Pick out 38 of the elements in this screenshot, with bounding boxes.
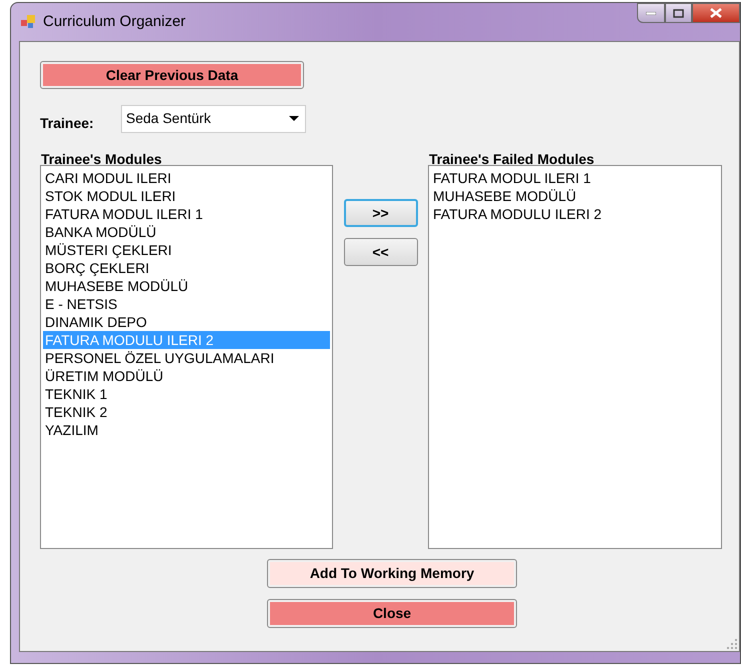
minimize-button[interactable] [637,3,665,23]
maximize-icon [673,8,684,18]
close-button[interactable]: Close [267,599,517,628]
module-item[interactable]: YAZILIM [43,421,330,439]
module-item[interactable]: BANKA MODÜLÜ [43,223,330,241]
maximize-button[interactable] [665,3,692,23]
close-window-button[interactable] [692,3,740,23]
add-to-working-memory-button[interactable]: Add To Working Memory [267,559,517,588]
modules-list[interactable] [40,165,333,549]
dropdown-arrow-icon [289,116,299,121]
trainee-label: Trainee: [40,114,95,133]
module-item[interactable]: STOK MODUL ILERI [43,187,330,205]
module-item[interactable]: PERSONEL ÖZEL UYGULAMALARI [43,349,330,367]
module-item[interactable]: FATURA MODUL ILERI 1 [431,169,719,187]
module-item[interactable]: BORÇ ÇEKLERI [43,259,330,277]
module-item[interactable]: MÜSTERI ÇEKLERI [43,241,330,259]
module-item[interactable]: E - NETSIS [43,295,330,313]
module-item[interactable]: MUHASEBE MODÜLÜ [431,187,719,205]
move-right-button[interactable]: >> [344,199,418,227]
failed-modules-heading: Trainee's Failed Modules [429,151,596,167]
move-left-button[interactable]: << [344,238,418,266]
close-icon [710,8,722,18]
resize-grip-icon [727,639,737,649]
module-item[interactable]: DINAMIK DEPO [43,313,330,331]
module-item[interactable]: FATURA MODUL ILERI 1 [43,205,330,223]
app-icon [21,15,35,29]
window-title: Curriculum Organizer [43,12,186,32]
module-item[interactable]: CARI MODUL ILERI [43,169,330,187]
module-item[interactable]: ÜRETIM MODÜLÜ [43,367,330,385]
module-item[interactable]: FATURA MODULU ILERI 2 [431,205,719,223]
module-item[interactable]: TEKNIK 2 [43,403,330,421]
clear-data-button[interactable]: Clear Previous Data [40,61,304,89]
modules-heading: Trainee's Modules [41,151,163,167]
minimize-icon [646,12,656,14]
module-item[interactable]: TEKNIK 1 [43,385,330,403]
module-item[interactable]: MUHASEBE MODÜLÜ [43,277,330,295]
failed-modules-list[interactable]: FATURA MODUL ILERI 1 MUHASEBE MODÜLÜ FATURA MODULU ILERI 2 [428,165,722,549]
trainee-dropdown[interactable]: Seda Sentürk [121,104,306,132]
